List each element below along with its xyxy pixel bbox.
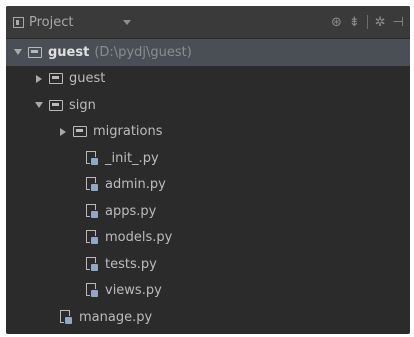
tree-item-migrations-folder[interactable]: migrations: [6, 119, 410, 146]
chevron-down-icon[interactable]: [123, 19, 132, 25]
tree-item-guest-root[interactable]: guest (D:\pydj\guest): [6, 39, 410, 66]
python-file-icon: [85, 230, 99, 246]
tree-item-label: _init_.py: [105, 150, 159, 166]
hide-icon[interactable]: ⊣: [393, 15, 404, 30]
python-file-icon: [85, 256, 99, 272]
tree-item-label: guest: [48, 44, 90, 60]
tree-item-admin-file[interactable]: admin.py: [6, 172, 410, 199]
python-file-icon: [85, 283, 99, 299]
tree-item-label: manage.py: [79, 309, 153, 325]
tree-item-views-file[interactable]: views.py: [6, 278, 410, 305]
folder-icon: [28, 46, 42, 58]
target-icon[interactable]: ⊛: [331, 15, 342, 30]
python-file-icon: [59, 309, 73, 325]
folder-icon: [49, 99, 63, 111]
collapse-icon[interactable]: ⇟: [349, 15, 360, 30]
tree-item-init-file[interactable]: _init_.py: [6, 145, 410, 172]
toolbar-separator: [366, 15, 368, 29]
project-tree: guest (D:\pydj\guest) guest sign migrati…: [6, 39, 410, 331]
expand-arrow-icon[interactable]: [12, 46, 24, 58]
tree-item-label: tests.py: [105, 256, 157, 272]
collapse-arrow-icon[interactable]: [57, 126, 69, 138]
expand-arrow-icon[interactable]: [33, 99, 45, 111]
tree-item-label: sign: [69, 97, 96, 113]
gear-icon[interactable]: ✲: [375, 15, 386, 30]
python-file-icon: [85, 203, 99, 219]
project-tool-window: Project ⊛ ⇟ ✲ ⊣ guest (D:\pydj\guest) gu…: [6, 6, 410, 334]
header-toolbar: ⊛ ⇟ ✲ ⊣: [331, 6, 404, 38]
tree-item-label: guest: [69, 71, 106, 87]
python-file-icon: [85, 177, 99, 193]
python-file-icon: [85, 150, 99, 166]
project-view-icon: [13, 16, 24, 28]
tree-item-label: models.py: [105, 230, 173, 246]
project-view-title[interactable]: Project: [29, 15, 73, 30]
folder-icon: [49, 73, 63, 85]
tree-item-apps-file[interactable]: apps.py: [6, 198, 410, 225]
tree-item-guest-folder[interactable]: guest: [6, 66, 410, 93]
tree-item-sign-folder[interactable]: sign: [6, 92, 410, 119]
collapse-arrow-icon[interactable]: [33, 73, 45, 85]
tree-item-label: admin.py: [105, 177, 166, 193]
project-header: Project ⊛ ⇟ ✲ ⊣: [6, 6, 410, 39]
tree-item-label: apps.py: [105, 203, 157, 219]
tree-item-manage-file[interactable]: manage.py: [6, 304, 410, 331]
tree-item-label: migrations: [93, 124, 163, 140]
folder-icon: [73, 126, 87, 138]
tree-item-models-file[interactable]: models.py: [6, 225, 410, 252]
tree-item-label: views.py: [105, 283, 162, 299]
tree-item-tests-file[interactable]: tests.py: [6, 251, 410, 278]
tree-item-path: (D:\pydj\guest): [94, 44, 192, 60]
